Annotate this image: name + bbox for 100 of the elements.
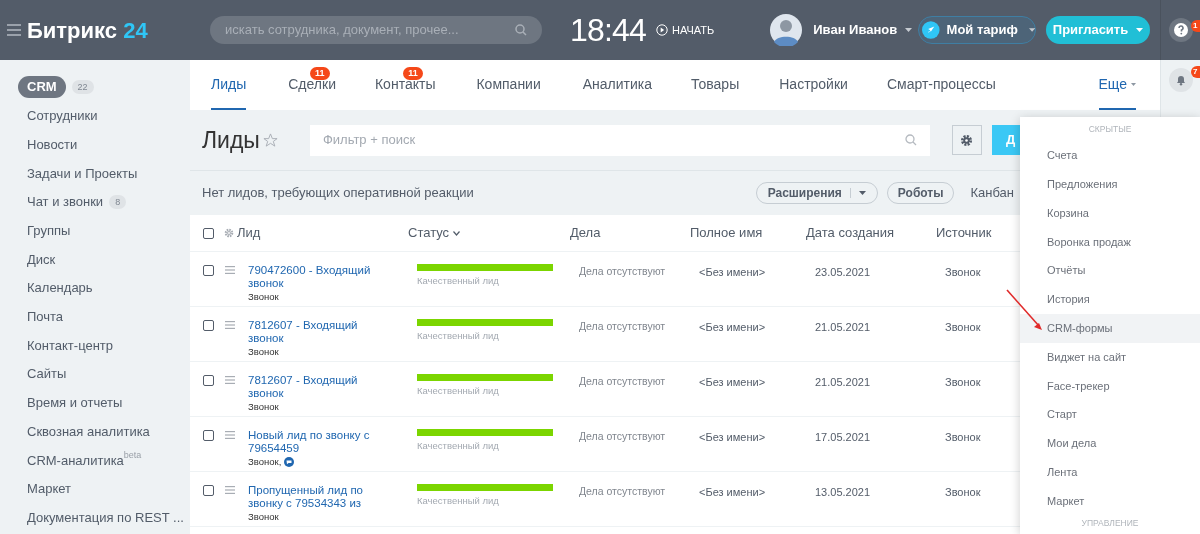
settings-button[interactable] <box>951 125 982 155</box>
status-label: Качественный лид <box>417 494 500 508</box>
lead-link[interactable]: 7812607 - Входящий звонок <box>248 319 388 345</box>
sidebar-item[interactable]: CRM <box>18 76 66 99</box>
drag-handle-icon[interactable] <box>225 431 235 439</box>
menu-item[interactable]: Старт <box>1020 400 1200 429</box>
status-label: Качественный лид <box>417 274 500 288</box>
bell-icon[interactable] <box>1168 68 1193 92</box>
gear-icon <box>960 133 974 147</box>
table-cell-text: Дела отсутствуют <box>579 484 667 499</box>
checkbox[interactable] <box>203 430 214 441</box>
tab[interactable]: Лиды <box>211 60 247 110</box>
logo[interactable]: Битрикс 24 <box>27 13 210 47</box>
menu-item[interactable]: Счета <box>1020 141 1200 170</box>
clock-time: 18:44 <box>570 11 647 50</box>
tab[interactable]: Компании <box>476 60 541 110</box>
status-label: Качественный лид <box>417 329 500 343</box>
menu-item[interactable]: История <box>1020 285 1200 314</box>
table-cell-text: Звонок <box>945 320 982 335</box>
menu-item[interactable]: Воронка продаж <box>1020 227 1200 257</box>
start-button[interactable]: НАЧАТЬ <box>656 21 715 39</box>
column-header[interactable]: Полное имя <box>690 223 806 243</box>
checkbox[interactable] <box>203 320 214 331</box>
tab[interactable]: Смарт-процессы <box>886 60 996 110</box>
caret-icon <box>1131 82 1136 86</box>
column-header[interactable]: Лид <box>237 223 408 243</box>
lead-link[interactable]: 7812607 - Входящий звонок <box>248 374 388 400</box>
drag-handle-icon[interactable] <box>225 486 235 494</box>
sidebar-item[interactable]: Сайты <box>27 364 67 384</box>
sidebar-item[interactable]: Календарь <box>27 278 93 298</box>
source-label: Звонок <box>248 345 279 359</box>
notification-badge: 7 <box>1191 66 1200 78</box>
menu-item[interactable]: Лента <box>1020 457 1200 487</box>
table-cell-text: <Без имени> <box>699 265 767 280</box>
tariff-button[interactable]: Мой тариф <box>918 16 1036 44</box>
sidebar-item[interactable]: Сквозная аналитика <box>27 421 150 442</box>
column-header[interactable]: Дата создания <box>806 223 936 243</box>
status-label: Качественный лид <box>417 384 500 398</box>
checkbox[interactable] <box>203 265 214 276</box>
tab[interactable]: Аналитика <box>582 60 653 110</box>
menu-item[interactable]: Предложения <box>1020 169 1200 199</box>
column-header[interactable]: Дела <box>570 223 690 243</box>
menu-item[interactable]: Мои дела <box>1020 428 1200 458</box>
table-cell-text: Дела отсутствуют <box>579 264 667 279</box>
menu-item[interactable]: Маркет <box>1020 486 1200 516</box>
drag-handle-icon[interactable] <box>225 321 235 329</box>
menu-item[interactable]: Виджет на сайт <box>1020 342 1200 372</box>
star-icon[interactable] <box>262 132 278 148</box>
tab[interactable]: Еще <box>1098 60 1136 110</box>
rocket-icon <box>922 20 940 40</box>
table-cell-text: 13.05.2021 <box>815 485 872 500</box>
source-label: Звонок, <box>248 455 282 469</box>
lead-link[interactable]: Новый лид по звонку с 79654459 <box>248 429 388 455</box>
table-cell-text: Звонок <box>945 375 982 390</box>
menu-item[interactable]: Корзина <box>1020 198 1200 228</box>
sidebar-item[interactable]: Новости <box>27 134 78 155</box>
source-label: Звонок <box>248 510 279 524</box>
sidebar-item[interactable]: Время и отчеты <box>27 393 123 413</box>
checkbox[interactable] <box>203 227 214 239</box>
menu-item[interactable]: Отчёты <box>1020 256 1200 285</box>
checkbox[interactable] <box>203 485 214 496</box>
tab[interactable]: Контакты 11 <box>374 60 436 110</box>
sidebar-item[interactable]: Контакт-центр <box>27 335 114 356</box>
avatar[interactable] <box>770 14 803 46</box>
source-label: Звонок <box>248 400 279 414</box>
menu-item[interactable]: Face-трекер <box>1020 371 1200 401</box>
table-cell-text: <Без имени> <box>699 375 767 390</box>
user-menu[interactable]: Иван Иванов <box>813 20 913 40</box>
lead-link[interactable]: 790472600 - Входящий звонок <box>248 264 388 290</box>
kanban-button[interactable]: Канбан <box>970 183 1014 203</box>
table-cell-text: 17.05.2021 <box>815 430 872 445</box>
table-cell-text: 23.05.2021 <box>815 265 872 280</box>
sidebar-item[interactable]: Маркет <box>27 479 72 499</box>
column-header[interactable]: Статус <box>408 223 570 243</box>
sidebar-item[interactable]: Группы <box>27 221 71 241</box>
sidebar-item[interactable]: Диск <box>27 249 56 270</box>
pointer-arrow <box>1006 289 1044 331</box>
status-label: Качественный лид <box>417 439 500 453</box>
help-icon[interactable] <box>1168 18 1193 42</box>
sidebar-item[interactable]: CRM-аналитика <box>27 450 124 471</box>
checkbox[interactable] <box>203 375 214 386</box>
sidebar-item[interactable]: Сотрудники <box>27 106 98 126</box>
drag-handle-icon[interactable] <box>225 266 235 274</box>
sidebar-item[interactable]: Чат и звонки <box>27 192 104 212</box>
tab[interactable]: Товары <box>691 60 740 110</box>
lead-link[interactable]: Пропущенный лид по звонку с 79534343 из <box>248 484 388 510</box>
count-badge: 11 <box>403 67 423 80</box>
sidebar-item[interactable]: Почта <box>27 307 64 327</box>
tab[interactable]: Настройки <box>779 60 848 110</box>
sidebar-item[interactable]: Задачи и Проекты <box>27 163 138 184</box>
sidebar-item[interactable]: Документация по REST ... <box>27 507 184 528</box>
menu-item[interactable]: CRM-формы <box>1020 313 1200 343</box>
page-title: Лиды <box>202 125 260 155</box>
search-icon <box>904 134 917 146</box>
column-header[interactable]: Источник <box>936 223 1016 243</box>
menu-icon[interactable] <box>7 24 21 36</box>
drag-handle-icon[interactable] <box>225 376 235 384</box>
count-badge: 22 <box>71 80 94 95</box>
tab[interactable]: Сделки 11 <box>288 60 336 110</box>
count-badge: 8 <box>109 195 127 210</box>
